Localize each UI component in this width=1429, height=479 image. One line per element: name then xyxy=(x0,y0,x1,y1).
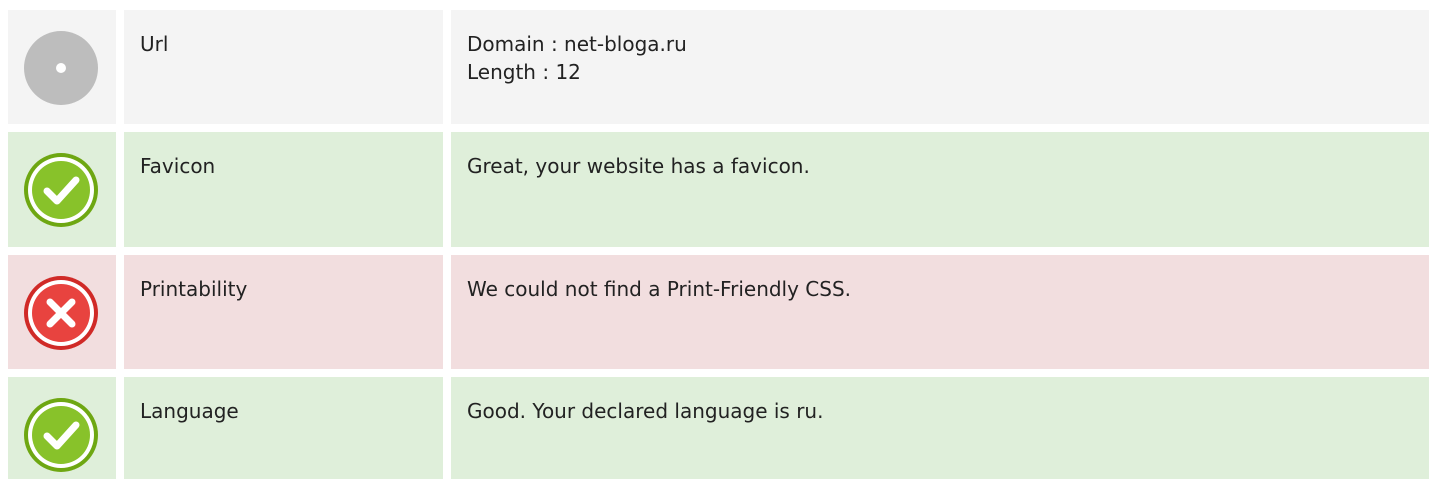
row-label-text: Favicon xyxy=(140,154,216,178)
check-icon xyxy=(23,152,99,228)
row-label: Language xyxy=(124,377,443,479)
status-cell xyxy=(8,377,116,479)
status-cell xyxy=(8,10,116,124)
row-value: We could not find a Print-Friendly CSS. xyxy=(451,255,1429,369)
report-row-printability: Printability We could not find a Print-F… xyxy=(8,255,1429,369)
row-value: Domain : net-bloga.ru Length : 12 xyxy=(451,10,1429,124)
check-icon xyxy=(23,397,99,473)
row-value: Great, your website has a favicon. xyxy=(451,132,1429,247)
row-label-text: Printability xyxy=(140,277,248,301)
url-domain-text: Domain : net-bloga.ru xyxy=(467,32,687,56)
printability-result-text: We could not find a Print-Friendly CSS. xyxy=(467,277,852,301)
cross-icon xyxy=(23,275,99,351)
favicon-result-text: Great, your website has a favicon. xyxy=(467,154,810,178)
report-row-language: Language Good. Your declared language is… xyxy=(8,377,1429,479)
seo-report-table: Url Domain : net-bloga.ru Length : 12 Fa… xyxy=(0,0,1429,479)
url-length-text: Length : 12 xyxy=(467,60,581,84)
report-row-url: Url Domain : net-bloga.ru Length : 12 xyxy=(8,10,1429,124)
row-value: Good. Your declared language is ru. xyxy=(451,377,1429,479)
info-icon xyxy=(23,30,99,106)
row-label-text: Language xyxy=(140,399,239,423)
row-label-text: Url xyxy=(140,32,169,56)
language-result-text: Good. Your declared language is ru. xyxy=(467,399,824,423)
row-label: Favicon xyxy=(124,132,443,247)
status-cell xyxy=(8,132,116,247)
row-label: Url xyxy=(124,10,443,124)
status-cell xyxy=(8,255,116,369)
row-label: Printability xyxy=(124,255,443,369)
report-row-favicon: Favicon Great, your website has a favico… xyxy=(8,132,1429,247)
